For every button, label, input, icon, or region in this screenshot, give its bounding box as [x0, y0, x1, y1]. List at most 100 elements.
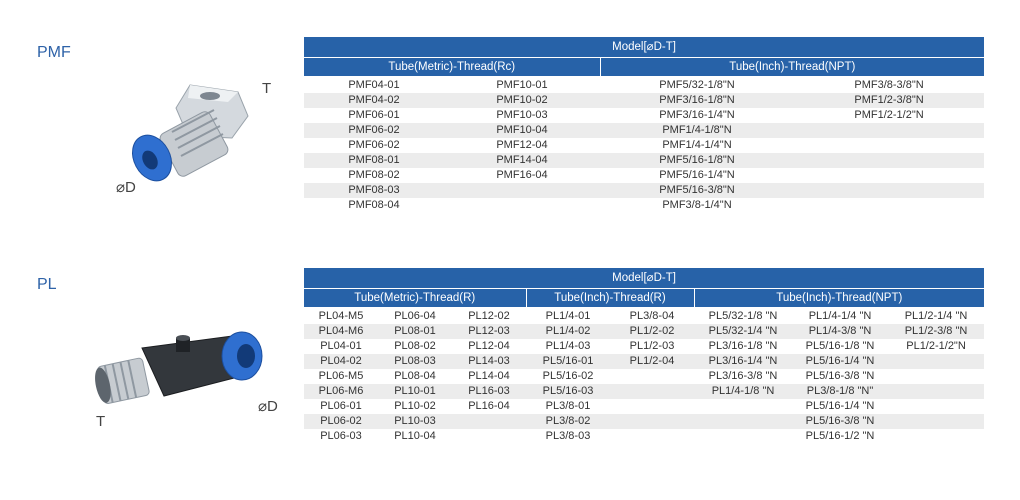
table-row: PL06-M5 PL08-04 PL14-04 PL5/16-02 PL3/16-3/8… [304, 369, 984, 384]
table-cell: PL3/16-1/4 "N [694, 354, 792, 369]
table-cell: PMF10-03 [496, 109, 548, 121]
table-cell: PL08-02 [394, 340, 436, 352]
table-cell [694, 414, 792, 429]
table-cell: PMF3/8-3/8"N [854, 79, 924, 91]
table-cell: PL5/16-1/4 "N [792, 354, 888, 369]
table-cell: PL12-04 [468, 340, 510, 352]
table-cell [888, 384, 985, 399]
table-cell: PMF04-02 [304, 93, 444, 108]
table-cell: PMF14-04 [444, 153, 600, 168]
pmf-diameter-label: ⌀D [116, 179, 136, 196]
pmf-model-table: Model[⌀D-T] Tube(Metric)-Thread(Rc) Tube… [304, 37, 985, 213]
table-row: PL06-M6 PL10-01 PL16-03 PL5/16-03 PL1/4-1/8 … [304, 384, 985, 399]
table-cell: PL5/16-1/8 "N [805, 340, 875, 352]
pmf-section-label: PMF [37, 44, 71, 61]
table-cell: PL12-03 [452, 324, 526, 339]
table-row: PL04-01 PL08-02 PL12-04 PL1/4-03 PL1/2-03 PL3… [304, 339, 984, 354]
table-cell: PMF3/16-1/8"N [600, 93, 794, 108]
table-cell: PL5/32-1/4 "N [694, 324, 792, 339]
table-cell: PL3/16-3/8 "N [708, 370, 778, 382]
table-row: PMF08-02 PMF16-04 PMF5/16-1/4"N [304, 168, 984, 183]
table-cell: PL04-01 [320, 340, 362, 352]
table-cell [888, 369, 984, 384]
table-row: PL06-01 PL10-02 PL16-04 PL3/8-01 PL5/16-1/4 … [304, 399, 984, 414]
table-cell: PL04-M5 [318, 310, 364, 322]
table-cell: PL1/2-02 [610, 324, 694, 339]
table-cell [794, 198, 984, 213]
table-cell: PL3/8-02 [526, 414, 610, 429]
table-cell [694, 429, 792, 444]
table-cell: PL3/8-04 [629, 310, 675, 322]
table-row: PMF08-04 PMF3/8-1/4"N [304, 198, 984, 213]
table-cell: PMF10-02 [444, 93, 600, 108]
table-row: PL04-02 PL08-03 PL14-03 PL5/16-01 PL1/2-04 PL… [304, 354, 985, 369]
table-cell: PMF08-04 [348, 199, 400, 211]
pl-inch-r-header: Tube(Inch)-Thread(R) [525, 288, 694, 307]
table-cell: PL06-02 [304, 414, 378, 429]
table-row: PMF04-01 PMF10-01 PMF5/32-1/8"N PMF3/8-3/8"… [304, 76, 984, 93]
table-cell: PL1/2-03 [629, 340, 675, 352]
table-cell [444, 198, 600, 213]
table-cell: PL04-M6 [304, 324, 378, 339]
table-cell: PL1/2-04 [610, 354, 694, 369]
table-cell: PL06-01 [320, 400, 362, 412]
table-cell: PL1/4-03 [545, 340, 591, 352]
pmf-fitting-image [132, 84, 249, 182]
table-cell [610, 429, 694, 444]
table-cell: PMF06-02 [348, 139, 400, 151]
table-cell: PL10-01 [378, 384, 452, 399]
table-cell: PL12-02 [468, 310, 510, 322]
table-row: PMF06-02 PMF12-04 PMF1/4-1/4"N [304, 138, 984, 153]
table-cell: PL3/8-1/8 "N" [792, 384, 888, 399]
table-cell: PL5/16-02 [542, 370, 594, 382]
table-row: PMF04-02 PMF10-02 PMF3/16-1/8"N PMF1/2-3/8"… [304, 93, 985, 108]
table-cell: PL10-04 [394, 430, 436, 442]
table-cell: PL5/16-1/2 "N [805, 430, 875, 442]
table-row: PL04-M6 PL08-01 PL12-03 PL1/4-02 PL1/2-02 PL5… [304, 324, 985, 339]
table-cell [794, 168, 984, 183]
table-row: PMF08-03 PMF5/16-3/8"N [304, 183, 985, 198]
table-cell: PL1/4-01 [545, 310, 591, 322]
table-cell: PL3/16-1/8 "N [708, 340, 778, 352]
table-cell: PL1/2-1/2"N [906, 340, 966, 352]
pl-diameter-label: ⌀D [258, 398, 278, 415]
table-cell: PMF04-01 [348, 79, 400, 91]
table-cell [794, 183, 985, 198]
table-cell [888, 429, 984, 444]
table-cell [610, 414, 694, 429]
table-cell: PL1/2-1/4 "N [904, 310, 968, 322]
pmf-inch-header: Tube(Inch)-Thread(NPT) [599, 57, 985, 76]
table-cell [888, 354, 985, 369]
table-cell: PMF06-02 [304, 123, 444, 138]
table-cell: PL14-04 [468, 370, 510, 382]
table-cell: PL5/16-01 [526, 354, 610, 369]
table-cell: PL5/16-03 [526, 384, 610, 399]
table-cell: PMF1/2-1/2"N [854, 109, 924, 121]
table-cell [610, 384, 694, 399]
table-cell: PMF3/8-1/4"N [662, 199, 732, 211]
table-cell: PL08-03 [378, 354, 452, 369]
pl-model-header: Model[⌀D-T] [304, 268, 985, 289]
table-cell: PMF08-01 [304, 153, 444, 168]
table-row: PL04-M5 PL06-04 PL12-02 PL1/4-01 PL3/8-04 PL5… [304, 307, 984, 324]
table-cell: PMF16-04 [496, 169, 548, 181]
table-cell: PMF5/16-1/8"N [600, 153, 794, 168]
table-cell: PL1/4-3/8 "N [792, 324, 888, 339]
table-cell: PMF10-04 [444, 123, 600, 138]
table-cell: PL16-03 [452, 384, 526, 399]
pl-metric-r-header: Tube(Metric)-Thread(R) [304, 288, 526, 307]
table-row: PMF08-01 PMF14-04 PMF5/16-1/8"N [304, 153, 985, 168]
table-cell: PL16-04 [468, 400, 510, 412]
table-cell: PMF5/16-3/8"N [600, 183, 794, 198]
table-cell: PL04-02 [304, 354, 378, 369]
table-cell: PL14-03 [452, 354, 526, 369]
table-cell: PMF1/4-1/4"N [662, 139, 732, 151]
table-cell: PMF1/2-3/8"N [794, 93, 985, 108]
table-cell [694, 399, 792, 414]
table-cell: PMF08-03 [304, 183, 444, 198]
pl-model-table: Model[⌀D-T] Tube(Metric)-Thread(R) Tube(… [304, 268, 985, 444]
table-cell: PL3/8-01 [545, 400, 591, 412]
table-cell: PL1/4-1/8 "N [694, 384, 792, 399]
table-cell [452, 429, 526, 444]
table-cell: PL3/8-03 [545, 430, 591, 442]
